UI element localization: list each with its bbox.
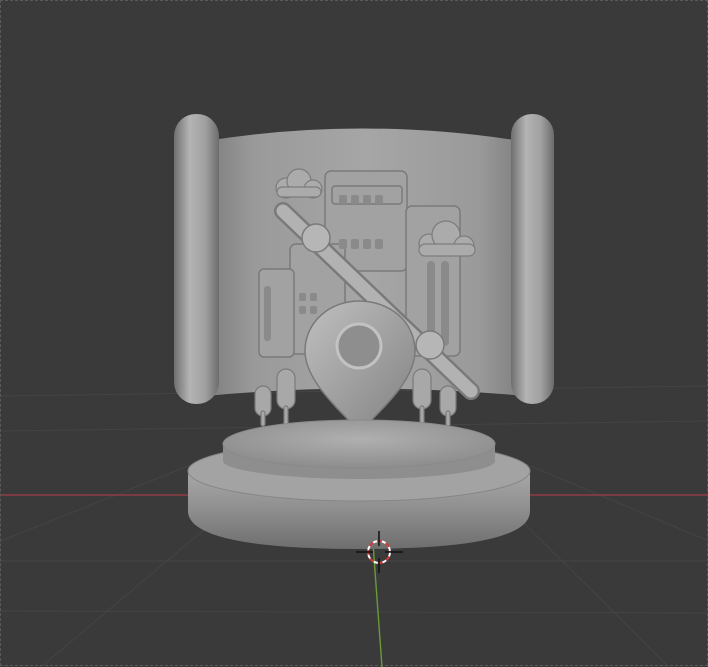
scroll-roll-left bbox=[174, 114, 219, 404]
viewport-canvas bbox=[1, 114, 708, 667]
scroll-roll-right bbox=[511, 114, 554, 404]
location-pin-relief bbox=[304, 300, 416, 431]
3d-viewport[interactable] bbox=[0, 0, 708, 667]
pedestal-base[interactable] bbox=[187, 419, 531, 549]
